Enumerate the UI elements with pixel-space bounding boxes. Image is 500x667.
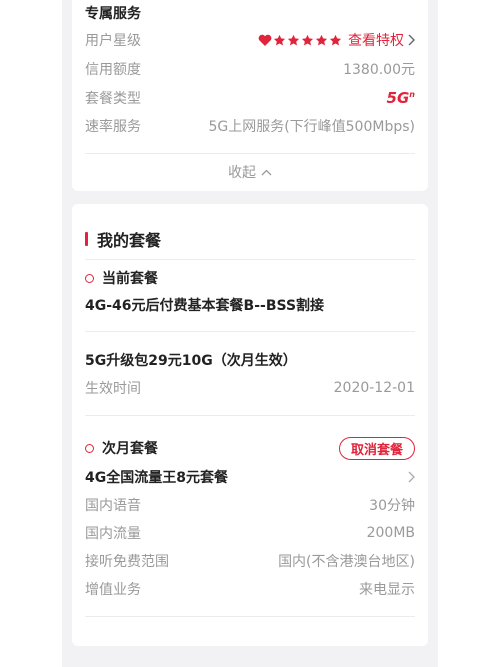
speed-row: 速率服务 5G上网服务(下行峰值500Mbps)	[85, 114, 415, 138]
cancel-plan-button[interactable]: 取消套餐	[338, 436, 415, 460]
effective-value: 2020-12-01	[333, 380, 415, 396]
detail-value: 30分钟	[369, 498, 415, 514]
my-plan-title: 我的套餐	[97, 231, 162, 250]
star-icon	[301, 34, 314, 45]
upgrade-pack-name: 5G升级包29元10G（次月生效）	[85, 353, 297, 369]
heart-icon	[258, 34, 272, 46]
detail-value: 国内(不含港澳台地区)	[278, 554, 415, 570]
star-icon	[287, 34, 300, 45]
plan-type-label: 套餐类型	[85, 91, 141, 107]
star-value-group[interactable]: 查看特权	[258, 30, 415, 50]
my-plan-header: 我的套餐	[85, 228, 161, 250]
detail-value: 来电显示	[359, 582, 415, 598]
star-label: 用户星级	[85, 33, 141, 49]
next-plan-row[interactable]: 4G全国流量王8元套餐	[85, 465, 415, 489]
effective-row: 生效时间 2020-12-01	[85, 376, 415, 400]
credit-label: 信用额度	[85, 62, 141, 78]
detail-row: 接听免费范围 国内(不含港澳台地区)	[85, 549, 415, 573]
current-plan-name: 4G-46元后付费基本套餐B--BSS割接	[85, 298, 325, 314]
star-icon	[315, 34, 328, 45]
current-plan-row: 4G-46元后付费基本套餐B--BSS割接	[85, 293, 415, 317]
five-g-badge: 5Gn	[386, 89, 415, 107]
chevron-up-icon	[261, 169, 272, 175]
service-card: 专属服务 用户星级 查看特权 信用额度 1380.00元 套餐类型 5Gn 速率…	[72, 0, 428, 191]
divider	[85, 331, 415, 332]
current-plan-head-row: 当前套餐	[85, 266, 415, 290]
divider	[85, 153, 415, 154]
privilege-link[interactable]: 查看特权	[348, 30, 404, 50]
next-plan-name: 4G全国流量王8元套餐	[85, 470, 228, 486]
plan-type-row: 套餐类型 5Gn	[85, 86, 415, 110]
star-rating	[258, 34, 342, 47]
next-plan-head-row: 次月套餐 取消套餐	[85, 436, 415, 460]
detail-label: 增值业务	[85, 582, 141, 598]
chevron-right-icon[interactable]	[408, 34, 415, 46]
star-icon	[329, 34, 342, 45]
accent-bar	[85, 232, 88, 246]
effective-label: 生效时间	[85, 381, 141, 397]
next-plan-head: 次月套餐	[102, 441, 158, 457]
star-row: 用户星级 查看特权	[85, 28, 415, 52]
star-icon	[273, 34, 286, 45]
divider	[85, 259, 415, 260]
credit-row: 信用额度 1380.00元	[85, 57, 415, 81]
speed-label: 速率服务	[85, 119, 141, 135]
my-plan-card: 我的套餐 当前套餐 4G-46元后付费基本套餐B--BSS割接 5G升级包29元…	[72, 204, 428, 646]
current-plan-head: 当前套餐	[102, 271, 158, 287]
speed-value: 5G上网服务(下行峰值500Mbps)	[208, 119, 415, 135]
collapse-label: 收起	[228, 165, 256, 181]
credit-value: 1380.00元	[343, 62, 415, 78]
circle-bullet-icon	[85, 443, 94, 453]
divider	[85, 415, 415, 416]
detail-row: 增值业务 来电显示	[85, 577, 415, 601]
collapse-button[interactable]: 收起	[72, 162, 428, 182]
detail-label: 国内流量	[85, 526, 141, 542]
divider	[85, 616, 415, 617]
service-section-title: 专属服务	[85, 6, 141, 22]
chevron-right-icon[interactable]	[408, 471, 415, 483]
detail-row: 国内流量 200MB	[85, 521, 415, 545]
detail-label: 国内语音	[85, 498, 141, 514]
circle-bullet-icon	[85, 273, 94, 283]
detail-label: 接听免费范围	[85, 554, 169, 570]
detail-row: 国内语音 30分钟	[85, 493, 415, 517]
upgrade-pack-row: 5G升级包29元10G（次月生效）	[85, 348, 415, 372]
detail-value: 200MB	[366, 525, 415, 541]
